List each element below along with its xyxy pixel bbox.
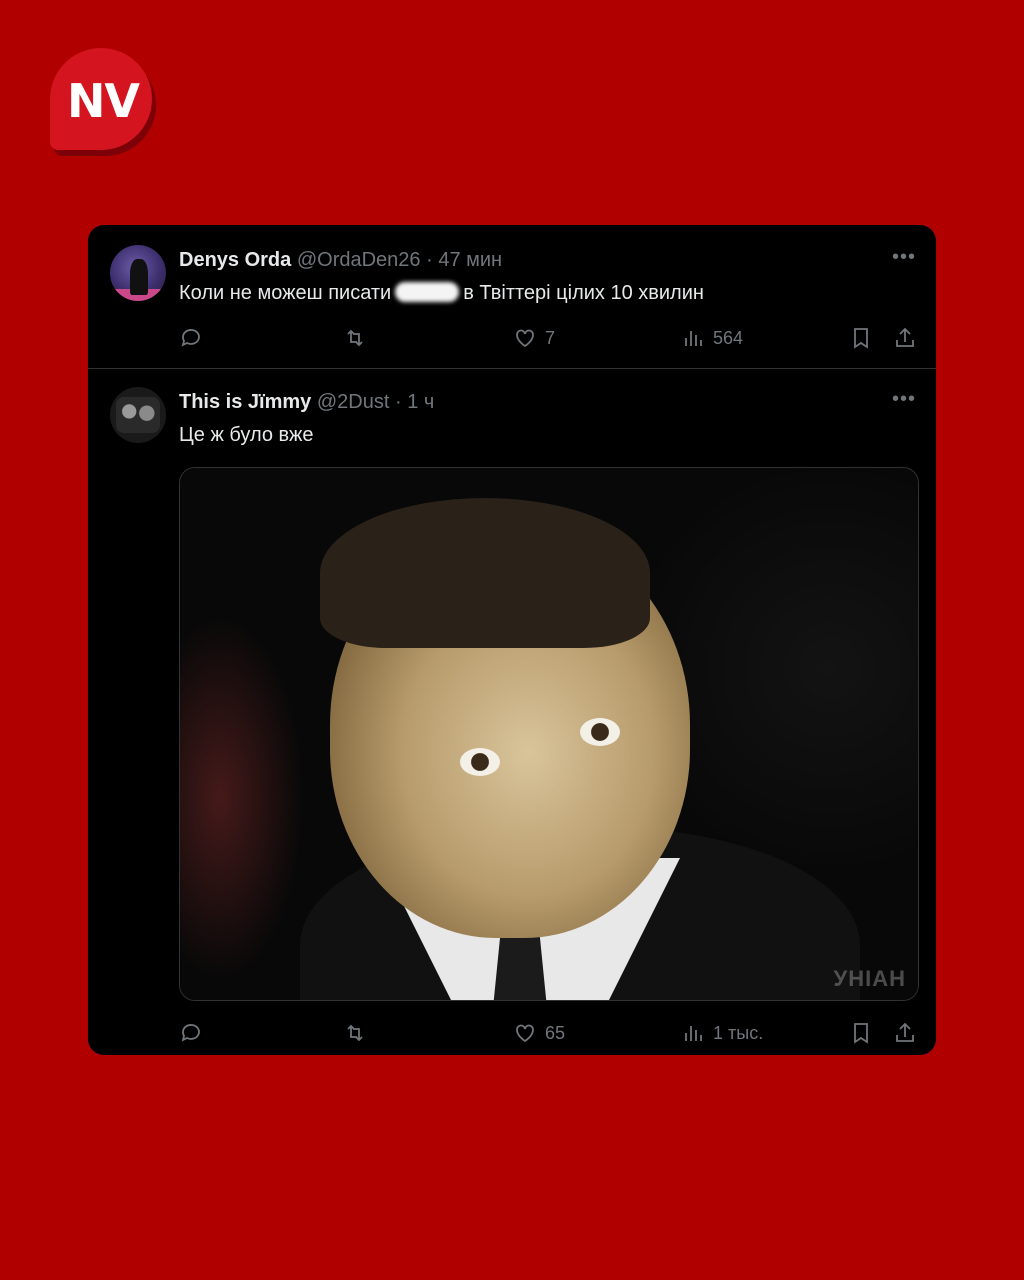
author-name[interactable]: Denys Orda — [179, 249, 291, 271]
tweet-2[interactable]: This is Jïmmy @2Dust · 1 ч ••• Це ж було… — [88, 369, 936, 1055]
tweet-text-part: в Твіттері цілих 10 хвилин — [463, 282, 704, 304]
photo-eye — [580, 718, 620, 746]
separator: · — [426, 249, 433, 271]
retweet-icon — [347, 329, 363, 347]
author-name[interactable]: This is Jïmmy — [179, 391, 311, 413]
share-icon — [896, 327, 914, 347]
photo-hair — [320, 498, 650, 648]
tweet-1[interactable]: Denys Orda @OrdaDen26 · 47 мин ••• Коли … — [88, 225, 936, 369]
retweet-icon — [347, 1024, 363, 1042]
photo-eye — [460, 748, 500, 776]
views-count: 564 — [713, 327, 744, 348]
separator: · — [394, 391, 402, 413]
logo-text: NV — [66, 74, 140, 128]
like-icon — [516, 1024, 534, 1043]
views-count: 1 тыс. — [713, 1022, 764, 1043]
like-count: 7 — [545, 327, 556, 348]
avatar[interactable] — [110, 245, 166, 301]
share-button[interactable] — [893, 1019, 917, 1047]
tweet-header: This is Jïmmy @2Dust · 1 ч — [179, 389, 434, 415]
photo-watermark: УНІАН — [833, 966, 906, 991]
tweet-actions: 7 564 — [179, 324, 918, 352]
reply-icon — [181, 329, 200, 347]
avatar[interactable] — [110, 387, 166, 443]
bookmark-icon — [854, 328, 868, 349]
like-button[interactable]: 7 — [513, 324, 555, 352]
views-icon — [685, 331, 702, 346]
author-handle[interactable]: @2Dust — [317, 391, 390, 413]
share-icon — [896, 1022, 914, 1042]
retweet-button[interactable] — [343, 324, 367, 352]
like-icon — [516, 329, 534, 348]
bookmark-button[interactable] — [849, 1019, 873, 1047]
reply-button[interactable] — [179, 1019, 203, 1047]
tweet-actions: 65 1 тыс. — [179, 1019, 918, 1047]
reply-icon — [181, 1024, 200, 1042]
bookmark-icon — [854, 1023, 868, 1044]
more-icon[interactable]: ••• — [892, 389, 916, 409]
more-icon[interactable]: ••• — [892, 247, 916, 267]
tweet-header: Denys Orda @OrdaDen26 · 47 мин — [179, 247, 502, 273]
views-button[interactable]: 1 тыс. — [681, 1019, 763, 1047]
views-icon — [685, 1026, 702, 1041]
tweet-thread-card: Denys Orda @OrdaDen26 · 47 мин ••• Коли … — [88, 225, 936, 1055]
bookmark-button[interactable] — [849, 324, 873, 352]
timestamp[interactable]: 47 мин — [438, 249, 502, 271]
tweet-text: Це ж було вже — [179, 424, 314, 446]
reply-button[interactable] — [179, 324, 203, 352]
tweet-text: Коли не можеш писати в Твіттері цілих 10 … — [179, 279, 704, 307]
like-button[interactable]: 65 — [513, 1019, 565, 1047]
tweet-media-photo[interactable]: УНІАН — [179, 467, 919, 1001]
share-button[interactable] — [893, 324, 917, 352]
nv-logo: NV — [50, 48, 158, 156]
author-handle[interactable]: @OrdaDen26 — [297, 249, 421, 271]
retweet-button[interactable] — [343, 1019, 367, 1047]
like-count: 65 — [545, 1022, 566, 1043]
views-button[interactable]: 564 — [681, 324, 743, 352]
timestamp[interactable]: 1 ч — [407, 391, 434, 413]
censored-word — [395, 282, 460, 302]
tweet-text-part: Коли не можеш писати — [179, 282, 392, 304]
